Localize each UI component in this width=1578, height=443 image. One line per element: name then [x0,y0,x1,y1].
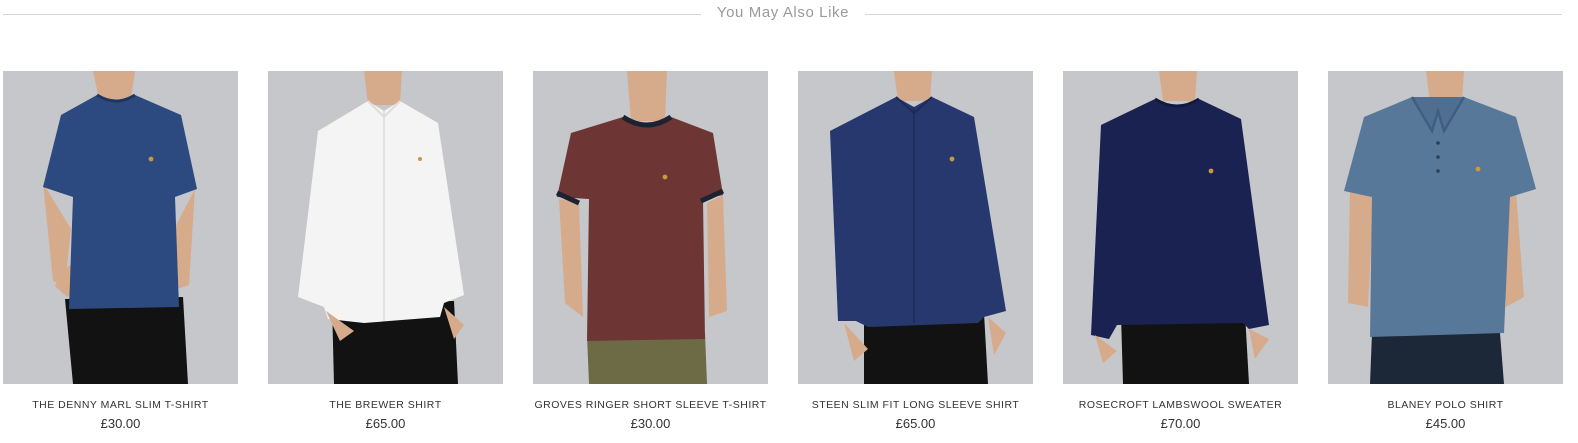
model-neck [1159,71,1197,101]
product-price: £30.00 [630,416,671,431]
related-products-header: You May Also Like [3,3,1562,25]
header-rule-left [3,14,701,15]
product-image[interactable] [268,71,503,384]
model-neck [627,71,667,121]
polo-button [1436,155,1440,159]
product-image[interactable] [533,71,768,384]
product-card-groves-ringer-tshirt[interactable]: GROVES RINGER SHORT SLEEVE T-SHIRT £30.0… [533,71,768,443]
product-name[interactable]: BLANEY POLO SHIRT [1318,399,1573,411]
brand-logo-icon [949,156,955,162]
brand-logo-icon [148,156,154,162]
product-name[interactable]: THE DENNY MARL SLIM T-SHIRT [0,399,248,411]
garment [298,101,464,323]
product-name[interactable]: STEEN SLIM FIT LONG SLEEVE SHIRT [788,399,1043,411]
product-image[interactable] [1063,71,1298,384]
garment [1091,99,1269,339]
product-card-rosecroft-sweater[interactable]: ROSECROFT LAMBSWOOL SWEATER £70.00 [1063,71,1298,443]
product-name[interactable]: THE BREWER SHIRT [258,399,513,411]
product-card-denny-marl-tshirt[interactable]: THE DENNY MARL SLIM T-SHIRT £30.00 [3,71,238,443]
product-name[interactable]: GROVES RINGER SHORT SLEEVE T-SHIRT [523,399,778,411]
product-price: £70.00 [1160,416,1201,431]
product-image[interactable] [3,71,238,384]
model-trousers [1370,333,1504,384]
polo-button [1436,169,1440,173]
model-neck [894,71,932,101]
brand-logo-icon [418,157,422,161]
product-price: £65.00 [895,416,936,431]
section-title: You May Also Like [716,4,850,21]
product-card-steen-long-sleeve-shirt[interactable]: STEEN SLIM FIT LONG SLEEVE SHIRT £65.00 [798,71,1033,443]
model-trousers [65,297,188,384]
polo-button [1436,141,1440,145]
brand-logo-icon [1475,166,1481,172]
product-image[interactable] [1328,71,1563,384]
product-card-brewer-shirt[interactable]: THE BREWER SHIRT £65.00 [268,71,503,443]
product-price: £65.00 [365,416,406,431]
product-name[interactable]: ROSECROFT LAMBSWOOL SWEATER [1053,399,1308,411]
model-neck [364,71,402,105]
brand-logo-icon [1208,168,1214,174]
product-price: £30.00 [100,416,141,431]
header-rule-right [865,14,1562,15]
brand-logo-icon [662,174,668,180]
product-image[interactable] [798,71,1033,384]
product-price: £45.00 [1425,416,1466,431]
product-card-blaney-polo[interactable]: BLANEY POLO SHIRT £45.00 [1328,71,1563,443]
